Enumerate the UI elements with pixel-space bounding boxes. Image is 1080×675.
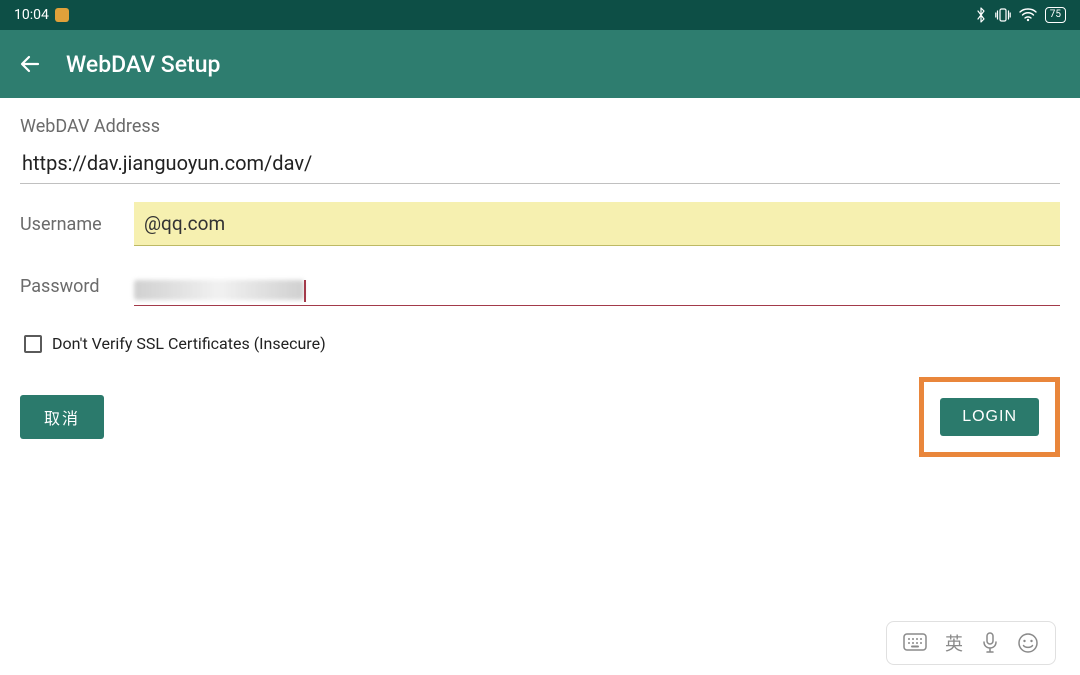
- battery-icon: 75: [1045, 7, 1066, 23]
- status-left: 10:04: [14, 7, 69, 23]
- cancel-button[interactable]: 取消: [20, 395, 104, 439]
- password-label: Password: [20, 276, 116, 297]
- status-right: 75: [975, 7, 1066, 23]
- ime-language-toggle[interactable]: 英: [945, 630, 963, 656]
- battery-text: 75: [1050, 10, 1061, 20]
- address-field-block: WebDAV Address: [20, 116, 1060, 184]
- keyboard-icon[interactable]: [903, 633, 927, 653]
- username-label: Username: [20, 214, 116, 235]
- password-field-row: Password: [20, 266, 1060, 306]
- username-field-row: Username: [20, 202, 1060, 246]
- login-button[interactable]: LOGIN: [940, 398, 1039, 436]
- clock-icon: [55, 8, 69, 22]
- ssl-checkbox-row[interactable]: Don't Verify SSL Certificates (Insecure): [24, 334, 1060, 353]
- wifi-icon: [1019, 8, 1037, 22]
- microphone-icon[interactable]: [981, 632, 999, 654]
- address-input[interactable]: [20, 147, 1060, 184]
- status-bar: 10:04 75: [0, 0, 1080, 30]
- username-input[interactable]: [134, 202, 1060, 246]
- back-arrow-icon[interactable]: [18, 52, 42, 76]
- content-area: WebDAV Address Username Password Don't V…: [0, 98, 1080, 475]
- button-row: 取消 LOGIN: [20, 377, 1060, 457]
- status-time: 10:04: [14, 7, 49, 23]
- ime-toolbar: 英: [886, 621, 1056, 665]
- bluetooth-icon: [975, 7, 987, 23]
- password-input-wrap: [134, 266, 1060, 306]
- ssl-checkbox-label: Don't Verify SSL Certificates (Insecure): [52, 334, 326, 353]
- app-title: WebDAV Setup: [66, 51, 220, 78]
- login-highlight-box: LOGIN: [919, 377, 1060, 457]
- address-label: WebDAV Address: [20, 116, 1060, 137]
- emoji-icon[interactable]: [1017, 632, 1039, 654]
- vibrate-icon: [995, 8, 1011, 22]
- text-caret: [304, 280, 306, 302]
- ssl-checkbox[interactable]: [24, 335, 42, 353]
- app-bar: WebDAV Setup: [0, 30, 1080, 98]
- password-input[interactable]: [134, 266, 1060, 306]
